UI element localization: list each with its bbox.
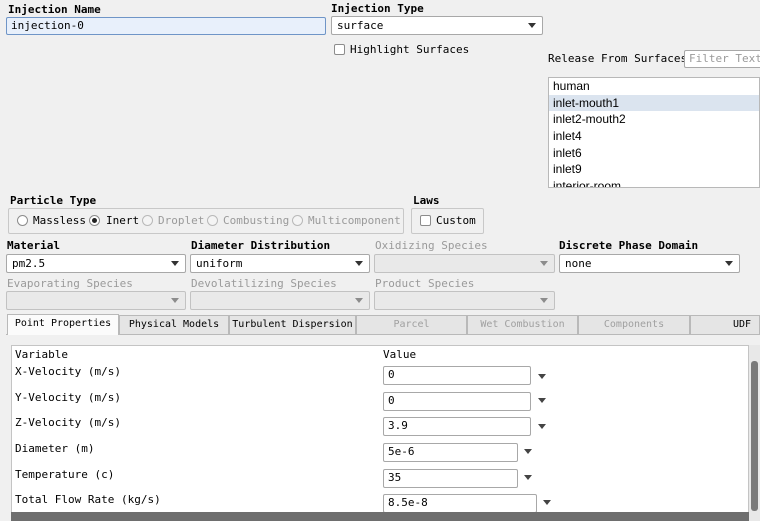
- discrete-phase-domain-value: none: [565, 257, 592, 270]
- devolatilizing-species-label: Devolatilizing Species: [191, 277, 337, 290]
- list-item[interactable]: inlet4: [549, 128, 759, 145]
- chevron-down-icon: [540, 261, 548, 266]
- surfaces-listbox[interactable]: human inlet-mouth1 inlet2-mouth2 inlet4 …: [548, 77, 760, 188]
- scrollbar-thumb[interactable]: [751, 361, 758, 511]
- chevron-down-icon[interactable]: [538, 424, 546, 429]
- z-velocity-label: Z-Velocity (m/s): [15, 416, 121, 429]
- chevron-down-icon[interactable]: [538, 374, 546, 379]
- injection-type-label: Injection Type: [331, 2, 424, 15]
- injection-name-label: Injection Name: [8, 3, 101, 16]
- diameter-distribution-label: Diameter Distribution: [191, 239, 331, 252]
- list-item[interactable]: human: [549, 78, 759, 95]
- list-item[interactable]: inlet9: [549, 161, 759, 178]
- horizontal-scrollbar[interactable]: [11, 512, 749, 521]
- radio-inert-label: Inert: [106, 214, 140, 227]
- tab-wet-combustion[interactable]: Wet Combustion: [467, 315, 578, 334]
- surface-filter-placeholder: Filter Text: [689, 52, 760, 65]
- tab-udf[interactable]: UDF: [690, 315, 760, 334]
- list-item[interactable]: inlet6: [549, 145, 759, 162]
- material-value: pm2.5: [12, 257, 46, 270]
- laws-label: Laws: [413, 194, 440, 207]
- tab-parcel[interactable]: Parcel: [356, 315, 467, 334]
- x-velocity-input[interactable]: 0: [383, 366, 531, 385]
- chevron-down-icon[interactable]: [538, 398, 546, 403]
- radio-combusting-label: Combusting: [223, 214, 290, 227]
- list-item[interactable]: inlet2-mouth2: [549, 111, 759, 128]
- radio-massless[interactable]: [17, 215, 28, 226]
- y-velocity-label: Y-Velocity (m/s): [15, 391, 121, 404]
- release-from-surfaces-label: Release From Surfaces: [548, 52, 688, 65]
- evaporating-species-select[interactable]: [6, 291, 186, 310]
- evaporating-species-label: Evaporating Species: [7, 277, 133, 290]
- chevron-down-icon: [725, 261, 733, 266]
- temperature-label: Temperature (c): [15, 468, 115, 481]
- custom-laws-checkbox[interactable]: [420, 215, 431, 226]
- diameter-label: Diameter (m): [15, 442, 95, 455]
- y-velocity-input[interactable]: 0: [383, 392, 531, 411]
- tab-point-properties[interactable]: Point Properties: [7, 314, 119, 335]
- surface-filter-input[interactable]: Filter Text: [684, 50, 760, 68]
- chevron-down-icon: [171, 261, 179, 266]
- radio-combusting[interactable]: [207, 215, 218, 226]
- radio-inert[interactable]: [89, 215, 100, 226]
- radio-droplet[interactable]: [142, 215, 153, 226]
- diameter-distribution-select[interactable]: uniform: [190, 254, 370, 273]
- radio-droplet-label: Droplet: [158, 214, 205, 227]
- chevron-down-icon: [171, 298, 179, 303]
- particle-type-label: Particle Type: [10, 194, 97, 207]
- discrete-phase-domain-label: Discrete Phase Domain: [559, 239, 699, 252]
- oxidizing-species-label: Oxidizing Species: [375, 239, 488, 252]
- product-species-label: Product Species: [375, 277, 475, 290]
- highlight-surfaces-label: Highlight Surfaces: [350, 43, 470, 56]
- chevron-down-icon[interactable]: [543, 500, 551, 505]
- injection-name-input[interactable]: injection-0: [6, 17, 326, 35]
- injection-type-value: surface: [337, 19, 384, 32]
- oxidizing-species-select[interactable]: [374, 254, 555, 273]
- diameter-input[interactable]: 5e-6: [383, 443, 518, 462]
- vertical-scrollbar[interactable]: [749, 345, 760, 521]
- chevron-down-icon: [355, 298, 363, 303]
- devolatilizing-species-select[interactable]: [190, 291, 370, 310]
- column-header-value: Value: [383, 348, 417, 361]
- radio-multicomponent[interactable]: [292, 215, 303, 226]
- highlight-surfaces-checkbox[interactable]: [334, 44, 345, 55]
- custom-laws-label: Custom: [436, 214, 476, 227]
- radio-selected-dot: [92, 218, 97, 223]
- material-select[interactable]: pm2.5: [6, 254, 186, 273]
- chevron-down-icon[interactable]: [524, 449, 532, 454]
- temperature-input[interactable]: 35: [383, 469, 518, 488]
- total-flow-rate-label: Total Flow Rate (kg/s): [15, 493, 161, 506]
- column-header-variable: Variable: [15, 348, 68, 361]
- tab-turbulent-dispersion[interactable]: Turbulent Dispersion: [229, 315, 356, 334]
- material-label: Material: [7, 239, 60, 252]
- total-flow-rate-input[interactable]: 8.5e-8: [383, 494, 537, 513]
- z-velocity-input[interactable]: 3.9: [383, 417, 531, 436]
- chevron-down-icon: [528, 23, 536, 28]
- radio-multicomponent-label: Multicomponent: [308, 214, 401, 227]
- product-species-select[interactable]: [374, 291, 555, 310]
- diameter-distribution-value: uniform: [196, 257, 243, 270]
- x-velocity-label: X-Velocity (m/s): [15, 365, 121, 378]
- list-item[interactable]: interior-room: [549, 178, 759, 187]
- chevron-down-icon: [355, 261, 363, 266]
- discrete-phase-domain-select[interactable]: none: [559, 254, 740, 273]
- list-item[interactable]: inlet-mouth1: [549, 94, 759, 112]
- radio-massless-label: Massless: [33, 214, 86, 227]
- tab-physical-models[interactable]: Physical Models: [119, 315, 229, 334]
- chevron-down-icon: [540, 298, 548, 303]
- tab-components[interactable]: Components: [578, 315, 690, 334]
- injection-type-select[interactable]: surface: [331, 16, 543, 35]
- chevron-down-icon[interactable]: [524, 475, 532, 480]
